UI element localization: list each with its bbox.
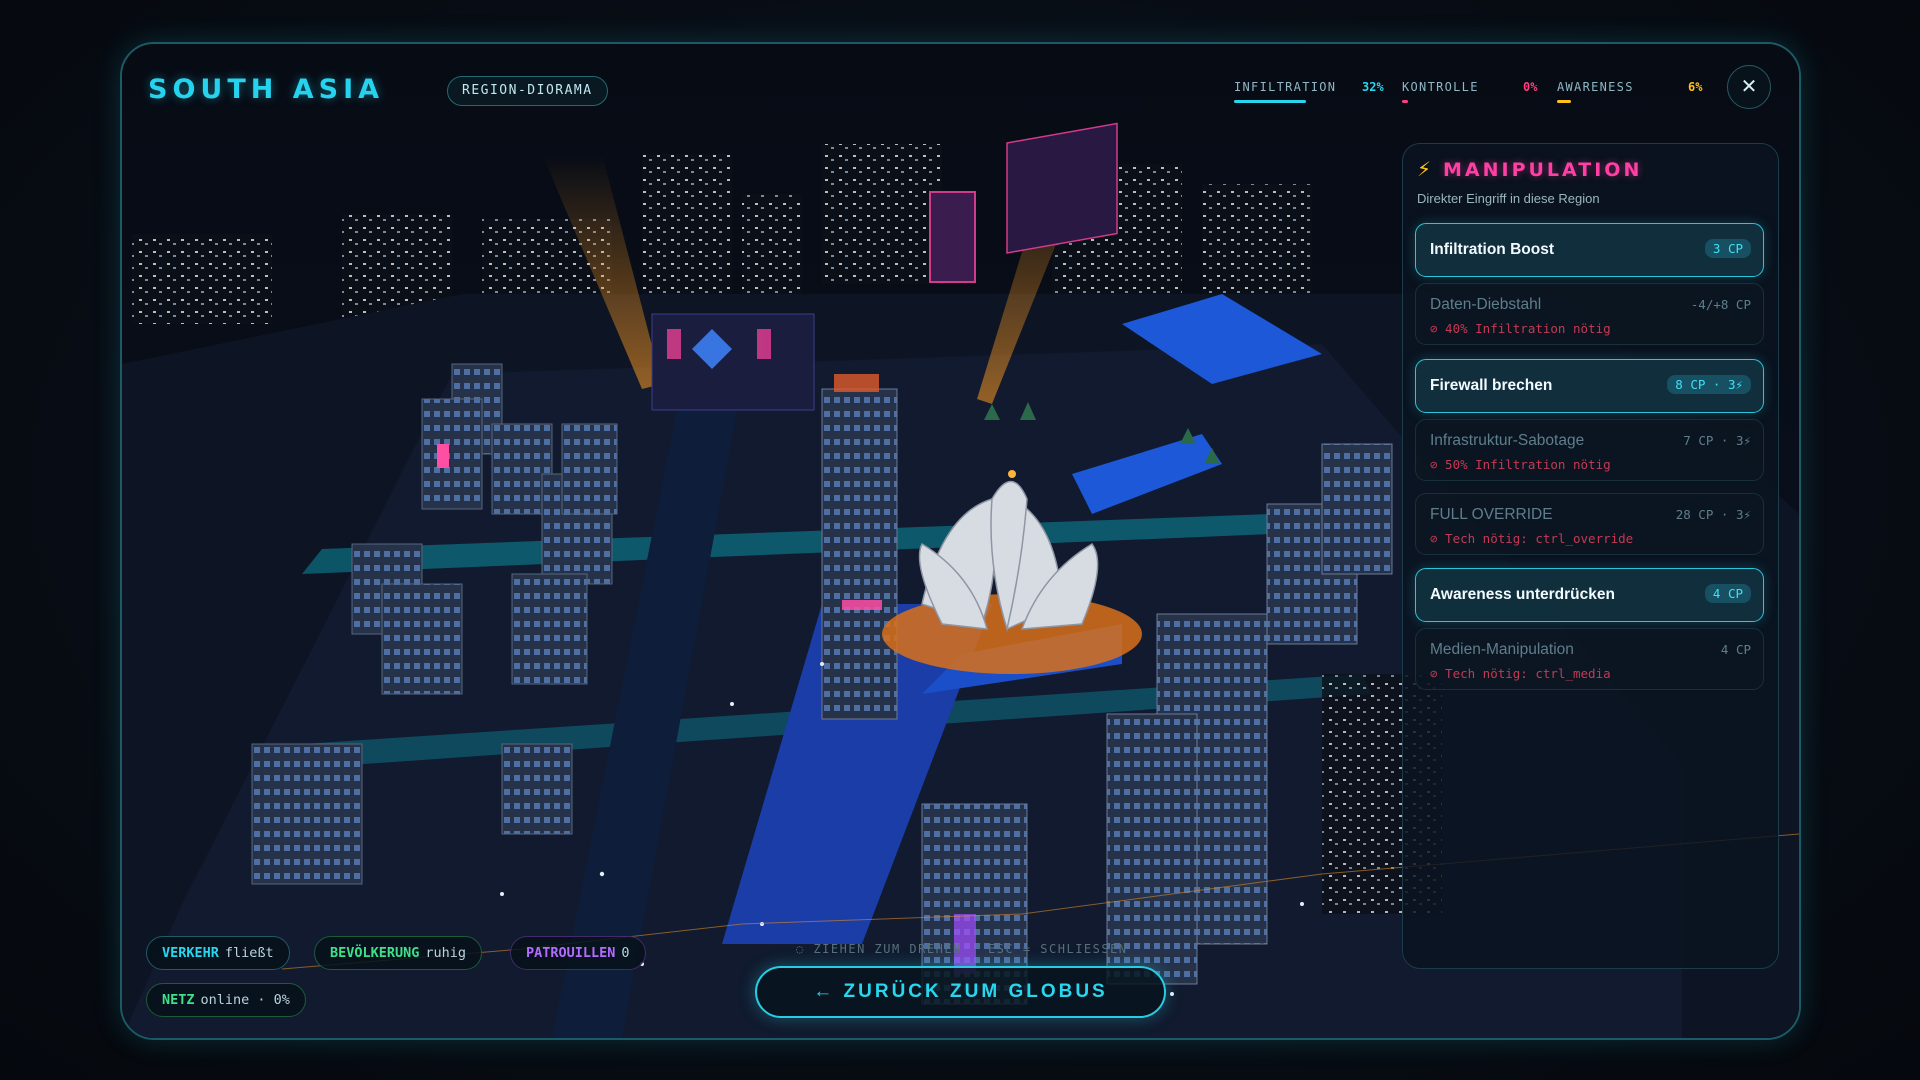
panel-subtitle: Direkter Eingriff in diese Region: [1417, 191, 1600, 206]
kontrolle-label: KONTROLLE: [1402, 80, 1479, 94]
action-label: Firewall brechen: [1430, 377, 1553, 394]
action-infiltration-boost[interactable]: Infiltration Boost 3 CP: [1415, 223, 1764, 277]
action-cost: 28 CP · 3⚡: [1675, 507, 1751, 522]
action-infrastruktur-sabotage: Infrastruktur-Sabotage 7 CP · 3⚡ ⊘ 50% I…: [1415, 419, 1764, 481]
action-label: Daten-Diebstahl: [1430, 296, 1542, 313]
network-key: NETZ: [162, 992, 195, 1008]
action-requirement: ⊘ Tech nötig: ctrl_override: [1430, 531, 1634, 546]
action-label: Infrastruktur-Sabotage: [1430, 432, 1585, 449]
traffic-key: VERKEHR: [162, 945, 219, 961]
panel-title: MANIPULATION: [1443, 159, 1643, 181]
traffic-value: fließt: [224, 945, 274, 961]
action-requirement: ⊘ Tech nötig: ctrl_media: [1430, 666, 1611, 681]
action-full-override: FULL OVERRIDE 28 CP · 3⚡ ⊘ Tech nötig: c…: [1415, 493, 1764, 555]
region-title: SOUTH ASIA: [148, 74, 385, 105]
controls-hint: ◌ ZIEHEN ZUM DREHEN · ESC = SCHLIESSEN: [796, 942, 1128, 956]
population-value: ruhig: [425, 945, 467, 961]
infiltration-value: 32%: [1362, 80, 1384, 94]
kontrolle-value: 0%: [1523, 80, 1538, 94]
status-chip-traffic: VERKEHR fließt: [146, 936, 290, 970]
network-value: online · 0%: [200, 992, 290, 1008]
awareness-value: 6%: [1688, 80, 1703, 94]
action-cost-badge: 8 CP · 3⚡: [1667, 375, 1751, 394]
close-icon: ✕: [1740, 76, 1758, 98]
action-awareness-unterdruecken[interactable]: Awareness unterdrücken 4 CP: [1415, 568, 1764, 622]
infiltration-label: INFILTRATION: [1234, 80, 1337, 94]
action-cost-badge: 4 CP: [1704, 584, 1751, 603]
manipulation-panel: ⚡ MANIPULATION Direkter Eingriff in dies…: [1402, 143, 1779, 969]
action-label: Medien-Manipulation: [1430, 641, 1574, 658]
action-daten-diebstahl: Daten-Diebstahl -4/+8 CP ⊘ 40% Infiltrat…: [1415, 283, 1764, 345]
action-cost: -4/+8 CP: [1690, 297, 1751, 312]
lightning-icon: ⚡: [1417, 159, 1432, 181]
awareness-bar: [1557, 100, 1571, 103]
close-button[interactable]: ✕: [1727, 65, 1771, 109]
status-chip-population: BEVÖLKERUNG ruhig: [314, 936, 483, 970]
back-to-globe-button[interactable]: ← ZURÜCK ZUM GLOBUS: [755, 966, 1166, 1018]
patrols-value: 0: [621, 945, 630, 961]
infiltration-bar: [1234, 100, 1306, 103]
patrols-key: PATROUILLEN: [526, 945, 616, 961]
action-label: FULL OVERRIDE: [1430, 506, 1553, 523]
action-requirement: ⊘ 50% Infiltration nötig: [1430, 457, 1611, 472]
action-cost: 7 CP · 3⚡: [1683, 433, 1751, 448]
region-diorama-window: SOUTH ASIA REGION-DIORAMA INFILTRATION 3…: [120, 42, 1801, 1040]
region-mode-badge: REGION-DIORAMA: [447, 76, 608, 106]
action-label: Awareness unterdrücken: [1430, 586, 1615, 603]
action-cost: 4 CP: [1720, 642, 1751, 657]
action-medien-manipulation: Medien-Manipulation 4 CP ⊘ Tech nötig: c…: [1415, 628, 1764, 690]
action-cost-badge: 3 CP: [1704, 239, 1751, 258]
action-label: Infiltration Boost: [1430, 241, 1554, 258]
population-key: BEVÖLKERUNG: [330, 945, 420, 961]
status-chip-network: NETZ online · 0%: [146, 983, 306, 1017]
awareness-label: AWARENESS: [1557, 80, 1634, 94]
action-requirement: ⊘ 40% Infiltration nötig: [1430, 321, 1611, 336]
status-chip-patrols: PATROUILLEN 0: [510, 936, 646, 970]
action-firewall-brechen[interactable]: Firewall brechen 8 CP · 3⚡: [1415, 359, 1764, 413]
kontrolle-bar: [1402, 100, 1408, 103]
